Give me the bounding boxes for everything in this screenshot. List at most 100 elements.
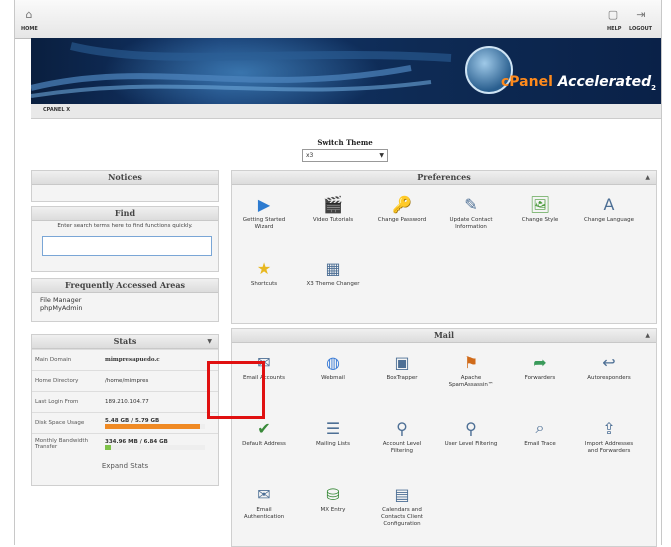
mail-item[interactable]: ⇪ Import Addresses and Forwarders [581, 417, 637, 455]
preferences-item[interactable]: ★ Shortcuts [236, 257, 292, 288]
mail-item[interactable]: ✉ Email Authentication [236, 483, 292, 521]
mail-title: Mail ▲ [232, 329, 656, 343]
breadcrumb: CPANEL X [31, 104, 661, 119]
preferences-panel: Preferences ▲ ▶ Getting Started Wizard 🎬 Vi… [231, 170, 657, 324]
stats-value: /home/mimpres [102, 370, 218, 392]
brand-accelerated: Accelerated [557, 74, 652, 90]
frequent-title: Frequently Accessed Areas [32, 279, 218, 293]
boxtrapper-icon: ▣ [394, 352, 410, 372]
getting-started-wizard-icon: ▶ [257, 194, 271, 214]
preferences-item-label: X3 Theme Changer [306, 281, 360, 287]
highlight-box [207, 361, 265, 419]
mail-item-label: User Level Filtering [444, 441, 498, 447]
notices-title: Notices [32, 171, 218, 185]
frequent-item-phpmyadmin[interactable]: phpMyAdmin [32, 304, 218, 312]
default-address-icon: ✔ [257, 418, 271, 438]
disk-usage-bar [105, 423, 200, 429]
frequent-item-file-manager[interactable]: File Manager [32, 296, 218, 304]
stats-row: Last Login From 189.210.104.77 [32, 391, 218, 413]
mail-item[interactable]: ◍ Webmail [305, 351, 361, 382]
top-toolbar: ⌂ HOME ▢ ⇥ HELP LOGOUT [15, 0, 661, 39]
network-cables-graphic [31, 42, 452, 98]
stats-row: Home Directory /home/mimpres [32, 370, 218, 392]
stats-value: mimpresapuedo.c [102, 349, 218, 371]
video-tutorials-icon: 🎬 [323, 194, 343, 214]
mail-item-label: Import Addresses and Forwarders [584, 441, 634, 454]
calendars-contacts-icon: ▤ [394, 484, 410, 504]
brand-title: cPanel Accelerated2 [501, 74, 656, 92]
forwarders-icon: ➦ [533, 352, 547, 372]
mail-item[interactable]: ▣ BoxTrapper [374, 351, 430, 382]
preferences-item-label: Getting Started Wizard [242, 217, 286, 230]
expand-stats-link[interactable]: Expand Stats [32, 462, 218, 470]
help-icon[interactable]: ▢ [605, 8, 621, 22]
mx-entry-icon: ⛁ [326, 484, 340, 504]
stats-key: Monthly Bandwidth Transfer [32, 433, 102, 454]
mail-item[interactable]: ☰ Mailing Lists [305, 417, 361, 448]
mail-item[interactable]: ▤ Calendars and Contacts Client Configura… [374, 483, 430, 528]
mail-item-label: Mailing Lists [316, 441, 350, 447]
preferences-item[interactable]: 🎬 Video Tutorials [305, 193, 361, 224]
mail-item[interactable]: ➦ Forwarders [512, 351, 568, 382]
breadcrumb-home[interactable]: CPANEL X [43, 107, 70, 113]
stats-table: Main Domain mimpresapuedo.c Home Directo… [32, 349, 218, 454]
logout-icon[interactable]: ⇥ [633, 8, 649, 22]
preferences-item[interactable]: A Change Language [581, 193, 637, 224]
collapse-icon[interactable]: ▼ [207, 335, 212, 348]
cpanel-window: ⌂ HOME ▢ ⇥ HELP LOGOUT cPanel Accelerate… [14, 0, 662, 547]
brand-cpanel: cPanel [501, 74, 553, 90]
webmail-icon: ◍ [326, 352, 340, 372]
preferences-item[interactable]: ▶ Getting Started Wizard [236, 193, 292, 231]
shortcuts-icon: ★ [256, 258, 272, 278]
frequent-panel: Frequently Accessed Areas File Manager p… [31, 278, 219, 322]
change-password-icon: 🔑 [392, 194, 412, 214]
stats-row: Disk Space Usage 5.48 GB / 5.79 GB [32, 412, 218, 434]
preferences-item[interactable]: ✎ Update Contact Information [443, 193, 499, 231]
preferences-item[interactable]: ▦ X3 Theme Changer [305, 257, 361, 288]
import-addresses-icon: ⇪ [602, 418, 616, 438]
mail-title-text: Mail [433, 330, 455, 340]
update-contact-icon: ✎ [464, 194, 478, 214]
mail-panel: Mail ▲ ✉ Email Accounts ◍ Webmail ▣ BoxTrappe… [231, 328, 657, 547]
preferences-item-label: Change Password [377, 217, 427, 223]
stats-key: Home Directory [32, 370, 102, 392]
help-link[interactable]: HELP [607, 26, 621, 32]
mail-item-label: Forwarders [524, 375, 556, 381]
preferences-item-label: Shortcuts [250, 281, 278, 287]
collapse-icon[interactable]: ▲ [645, 171, 650, 184]
preferences-item[interactable]: 🖼 Change Style [512, 193, 568, 224]
stats-key: Last Login From [32, 391, 102, 413]
collapse-icon[interactable]: ▲ [645, 329, 650, 342]
find-input[interactable] [42, 236, 212, 256]
preferences-item-label: Change Language [584, 217, 634, 223]
theme-select-value: x3 [306, 152, 314, 159]
header-banner: cPanel Accelerated2 [31, 38, 661, 104]
stats-title: Stats ▼ [32, 335, 218, 349]
mail-item-label: Account Level Filtering [382, 441, 422, 454]
mail-item[interactable]: ↩ Autoresponders [581, 351, 637, 382]
stats-row: Monthly Bandwidth Transfer 334.96 MB / 6… [32, 433, 218, 454]
stats-panel: Stats ▼ Main Domain mimpresapuedo.c Home… [31, 334, 219, 486]
mail-item[interactable]: ⚲ Account Level Filtering [374, 417, 430, 455]
chevron-down-icon: ▼ [379, 152, 384, 159]
preferences-item-label: Update Contact Information [449, 217, 493, 230]
mail-item[interactable]: ⌕ Email Trace [512, 417, 568, 448]
change-style-icon: 🖼 [529, 194, 551, 214]
mail-item-label: Autoresponders [587, 375, 631, 381]
preferences-item[interactable]: 🔑 Change Password [374, 193, 430, 224]
mail-item[interactable]: ✔ Default Address [236, 417, 292, 448]
home-link[interactable]: HOME [21, 26, 38, 32]
preferences-item-label: Video Tutorials [312, 217, 354, 223]
home-icon[interactable]: ⌂ [21, 8, 37, 22]
account-filtering-icon: ⚲ [396, 418, 408, 438]
mail-item-label: BoxTrapper [386, 375, 418, 381]
mail-item[interactable]: ⚲ User Level Filtering [443, 417, 499, 448]
mail-item-label: Apache SpamAssassin™ [448, 375, 494, 388]
spamassassin-icon: ⚑ [463, 352, 479, 372]
logout-link[interactable]: LOGOUT [629, 26, 652, 32]
theme-select[interactable]: x3 ▼ [302, 149, 388, 162]
mail-item[interactable]: ⚑ Apache SpamAssassin™ [443, 351, 499, 389]
switch-theme-title: Switch Theme [317, 138, 373, 147]
mailing-lists-icon: ☰ [325, 418, 341, 438]
mail-item[interactable]: ⛁ MX Entry [305, 483, 361, 514]
